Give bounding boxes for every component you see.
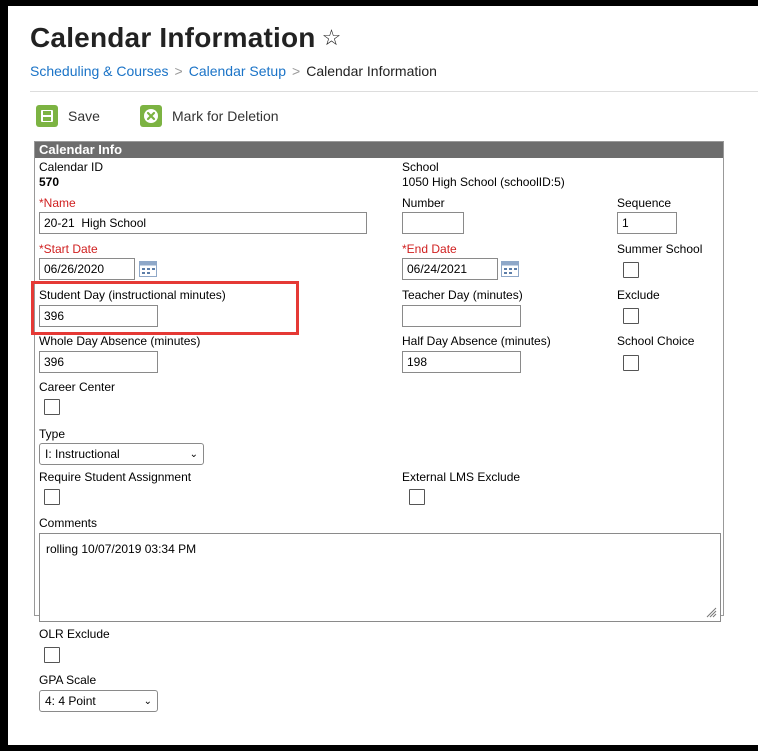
- number-label: Number: [402, 196, 445, 210]
- start-date-label: *Start Date: [39, 242, 98, 256]
- summer-school-checkbox[interactable]: [623, 262, 639, 278]
- calendar-icon[interactable]: [139, 261, 157, 277]
- whole-day-absence-label: Whole Day Absence (minutes): [39, 334, 201, 348]
- sequence-label: Sequence: [617, 196, 672, 210]
- olr-exclude-label: OLR Exclude: [39, 627, 110, 641]
- breadcrumb-calendar-setup[interactable]: Calendar Setup: [189, 63, 286, 79]
- teacher-day-label: Teacher Day (minutes): [402, 288, 523, 302]
- resize-handle-icon[interactable]: [705, 606, 717, 618]
- breadcrumb: Scheduling & Courses > Calendar Setup > Cale…: [30, 63, 437, 79]
- type-select[interactable]: I: Instructional ⌄: [39, 443, 204, 465]
- require-student-assignment-checkbox[interactable]: [44, 489, 60, 505]
- require-student-assignment-label: Require Student Assignment: [39, 470, 192, 484]
- school-value: 1050 High School (schoolID:5): [402, 175, 565, 189]
- chevron-right-icon: >: [174, 63, 183, 79]
- save-icon: [36, 105, 58, 127]
- end-date-label: *End Date: [402, 242, 457, 256]
- name-input[interactable]: [39, 212, 367, 234]
- career-center-label: Career Center: [39, 380, 116, 394]
- chevron-down-icon: ⌄: [189, 448, 198, 460]
- breadcrumb-current: Calendar Information: [306, 63, 437, 79]
- type-label: Type: [39, 427, 66, 441]
- type-selected-value: I: Instructional: [45, 447, 120, 461]
- comments-text: rolling 10/07/2019 03:34 PM: [46, 542, 197, 556]
- teacher-day-input[interactable]: [402, 305, 521, 327]
- page-title: Calendar Information ☆: [30, 22, 342, 53]
- exclude-checkbox[interactable]: [623, 308, 639, 324]
- chevron-down-icon: ⌄: [143, 695, 152, 707]
- calendar-id-label: Calendar ID: [39, 160, 104, 174]
- name-label: *Name: [39, 196, 76, 210]
- comments-textarea[interactable]: rolling 10/07/2019 03:34 PM: [39, 533, 721, 622]
- gpa-scale-select[interactable]: 4: 4 Point ⌄: [39, 690, 158, 712]
- external-lms-exclude-label: External LMS Exclude: [402, 470, 521, 484]
- half-day-absence-input[interactable]: [402, 351, 521, 373]
- school-choice-checkbox[interactable]: [623, 355, 639, 371]
- school-label: School: [402, 160, 439, 174]
- breadcrumb-scheduling-courses[interactable]: Scheduling & Courses: [30, 63, 169, 79]
- summer-school-label: Summer School: [617, 242, 703, 256]
- calendar-icon[interactable]: [501, 261, 519, 277]
- gpa-scale-selected-value: 4: 4 Point: [45, 694, 96, 708]
- mark-for-deletion-button[interactable]: Mark for Deletion: [140, 103, 279, 129]
- start-date-input[interactable]: [39, 258, 135, 280]
- star-icon[interactable]: ☆: [322, 25, 342, 50]
- number-input[interactable]: [402, 212, 464, 234]
- whole-day-absence-input[interactable]: [39, 351, 158, 373]
- highlight-box: [31, 281, 299, 335]
- calendar-id-value: 570: [39, 175, 60, 189]
- end-date-input[interactable]: [402, 258, 498, 280]
- exclude-label: Exclude: [617, 288, 660, 302]
- comments-label: Comments: [39, 516, 98, 530]
- school-choice-label: School Choice: [617, 334, 695, 348]
- sequence-input[interactable]: [617, 212, 677, 234]
- divider: [30, 91, 758, 92]
- delete-icon: [140, 105, 162, 127]
- career-center-checkbox[interactable]: [44, 399, 60, 415]
- save-button[interactable]: Save: [36, 103, 100, 129]
- gpa-scale-label: GPA Scale: [39, 673, 97, 687]
- external-lms-exclude-checkbox[interactable]: [409, 489, 425, 505]
- olr-exclude-checkbox[interactable]: [44, 647, 60, 663]
- half-day-absence-label: Half Day Absence (minutes): [402, 334, 551, 348]
- chevron-right-icon: >: [292, 63, 301, 79]
- panel-header: Calendar Info: [35, 142, 723, 158]
